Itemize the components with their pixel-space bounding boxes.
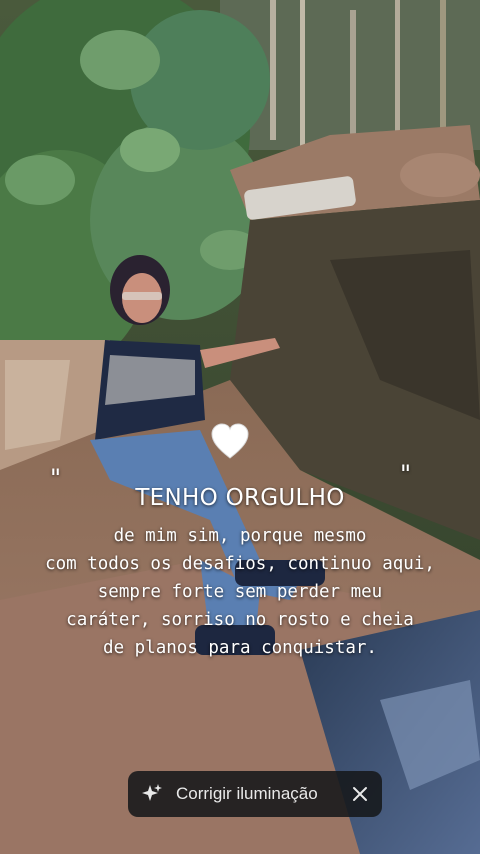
story-line: caráter, sorriso no rosto e cheia bbox=[66, 610, 414, 630]
story-line: sempre forte sem perder meu bbox=[97, 582, 383, 602]
story-line: de mim sim, porque mesmo bbox=[113, 526, 367, 546]
story-line: de planos para conquistar. bbox=[103, 638, 377, 658]
story-title: TENHO ORGULHO bbox=[135, 485, 345, 511]
close-icon[interactable] bbox=[350, 784, 370, 804]
closing-quote: " bbox=[400, 460, 412, 488]
story-text: de mim sim, porque mesmo com todos os de… bbox=[30, 522, 450, 662]
fix-lighting-label[interactable]: Corrigir iluminação bbox=[176, 784, 342, 804]
sparkle-icon bbox=[140, 782, 164, 806]
fix-lighting-chip[interactable]: Corrigir iluminação bbox=[128, 771, 382, 817]
story-line: com todos os desafios, continuo aqui, bbox=[45, 554, 435, 574]
white-heart-icon bbox=[209, 421, 251, 463]
